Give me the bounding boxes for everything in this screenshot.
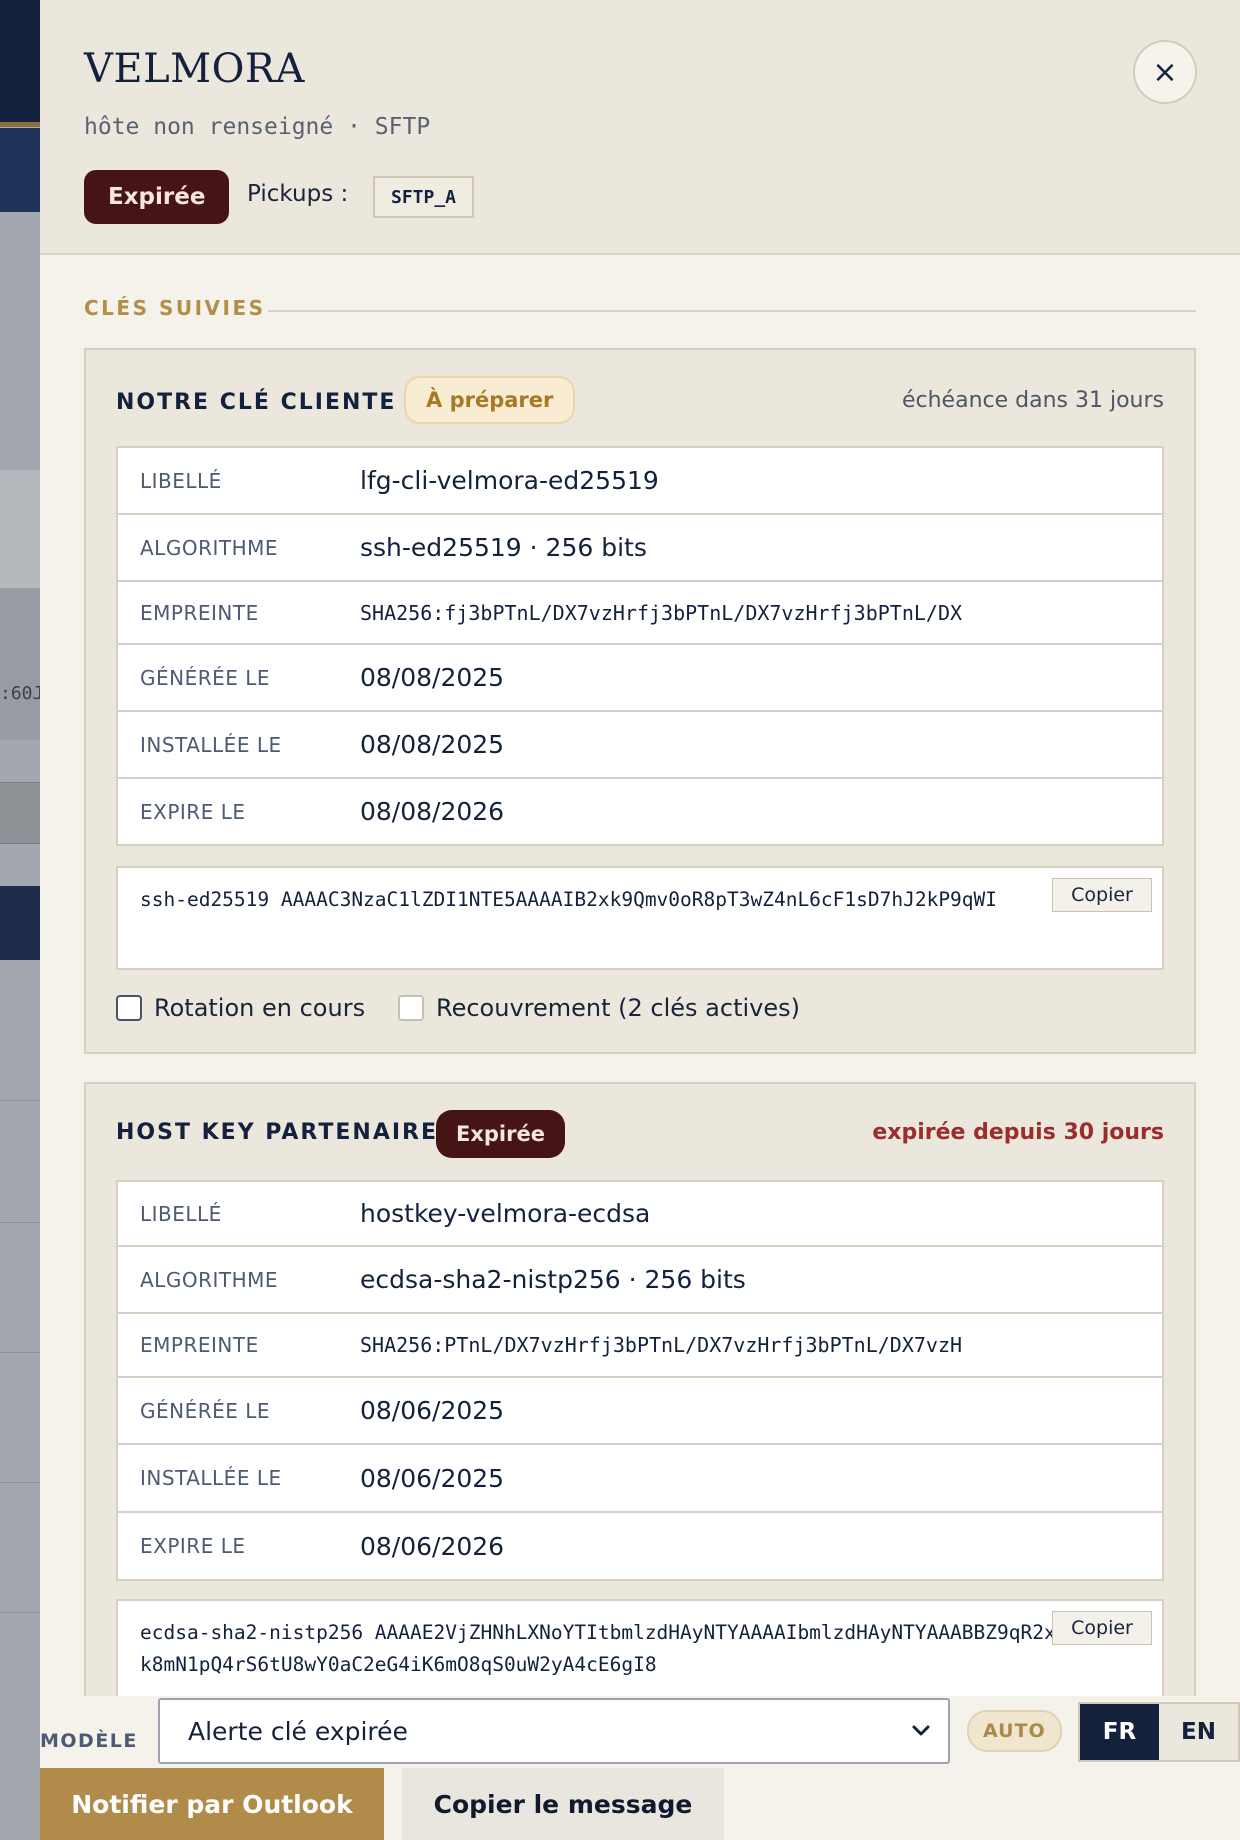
detail-label: INSTALLÉE LE	[140, 1466, 282, 1490]
copy-client-key-button[interactable]: Copier	[1052, 878, 1152, 912]
client-key-deadline: échéance dans 31 jours	[901, 388, 1164, 413]
detail-label: INSTALLÉE LE	[140, 732, 282, 757]
client-key-card: NOTRE CLÉ CLIENTE À préparer échéance da…	[84, 348, 1196, 1054]
detail-row: ALGORITHME ecdsa-sha2-nistp256 · 256 bit…	[118, 1247, 1162, 1314]
background-row	[0, 782, 40, 844]
copy-host-key-button[interactable]: Copier	[1052, 1611, 1152, 1645]
drawer-header: VELMORA hôte non renseigné · SFTP × Expi…	[40, 0, 1240, 255]
detail-row: EMPREINTE SHA256:fj3bPTnL/DX7vzHrfj3bPTn…	[118, 582, 1162, 645]
detail-row: INSTALLÉE LE 08/08/2025	[118, 712, 1162, 779]
drawer-footer: MODÈLE Alerte clé expirée AUTO FR EN Not…	[40, 1696, 1240, 1840]
background-header	[0, 0, 40, 122]
detail-value: 08/08/2026	[360, 797, 505, 826]
detail-label: ALGORITHME	[140, 1267, 279, 1292]
detail-value: 08/06/2026	[360, 1531, 505, 1561]
overlap-checkbox[interactable]	[398, 995, 424, 1021]
detail-drawer: VELMORA hôte non renseigné · SFTP × Expi…	[40, 0, 1240, 1840]
detail-value: 08/06/2025	[360, 1396, 505, 1425]
rotation-checkbox[interactable]	[116, 995, 142, 1021]
section-divider	[268, 310, 1196, 312]
detail-row: GÉNÉRÉE LE 08/06/2025	[118, 1378, 1162, 1445]
section-title: CLÉS SUIVIES	[84, 296, 266, 320]
detail-label: EXPIRE LE	[140, 1534, 246, 1558]
fingerprint-value: SHA256:fj3bPTnL/DX7vzHrfj3bPTnL/DX7vzHrf…	[360, 600, 963, 625]
client-key-details: LIBELLÉ lfg-cli-velmora-ed25519 ALGORITH…	[116, 446, 1164, 846]
detail-value: 08/08/2025	[360, 730, 505, 759]
detail-label: GÉNÉRÉE LE	[140, 665, 271, 690]
detail-value: 08/06/2025	[360, 1463, 505, 1493]
detail-value: hostkey-velmora-ecdsa	[360, 1199, 651, 1228]
partner-subtitle: hôte non renseigné · SFTP	[84, 114, 431, 140]
background-app: :60J	[0, 0, 40, 1840]
detail-label: EMPREINTE	[140, 1333, 259, 1357]
template-label: MODÈLE	[40, 1730, 138, 1752]
lang-fr-button[interactable]: FR	[1080, 1704, 1159, 1760]
background-row-selected	[0, 588, 40, 740]
fingerprint-value: SHA256:PTnL/DX7vzHrfj3bPTnL/DX7vzHrfj3bP…	[360, 1333, 963, 1357]
notify-outlook-button[interactable]: Notifier par Outlook	[40, 1768, 384, 1840]
rotation-checkbox-row[interactable]: Rotation en cours	[116, 994, 365, 1022]
host-key-card: HOST KEY PARTENAIRE Expirée expirée depu…	[84, 1082, 1196, 1782]
detail-row: EXPIRE LE 08/06/2026	[118, 1513, 1162, 1579]
host-key-deadline: expirée depuis 30 jours	[872, 1120, 1164, 1145]
detail-row: EXPIRE LE 08/08/2026	[118, 779, 1162, 844]
detail-value: ssh-ed25519 · 256 bits	[360, 533, 647, 562]
pickup-tag: SFTP_A	[373, 176, 475, 218]
host-public-key-box: ecdsa-sha2-nistp256 AAAAE2VjZHNhLXNoYTIt…	[116, 1599, 1164, 1703]
client-key-status-badge: À préparer	[404, 376, 576, 424]
host-key-details: LIBELLÉ hostkey-velmora-ecdsa ALGORITHME…	[116, 1180, 1164, 1581]
detail-value: 08/08/2025	[360, 663, 505, 692]
detail-row: ALGORITHME ssh-ed25519 · 256 bits	[118, 515, 1162, 582]
detail-value: ecdsa-sha2-nistp256 · 256 bits	[360, 1265, 746, 1294]
detail-row: EMPREINTE SHA256:PTnL/DX7vzHrfj3bPTnL/DX…	[118, 1314, 1162, 1378]
overlap-checkbox-row[interactable]: Recouvrement (2 clés actives)	[398, 994, 800, 1022]
detail-label: EXPIRE LE	[140, 799, 246, 824]
partner-title: VELMORA	[84, 46, 305, 92]
chevron-down-icon	[912, 1725, 930, 1736]
pickups-label: Pickups :	[247, 181, 349, 207]
detail-value: lfg-cli-velmora-ed25519	[360, 466, 659, 495]
detail-label: LIBELLÉ	[140, 1201, 222, 1226]
background-table-header	[0, 886, 40, 960]
host-key-title: HOST KEY PARTENAIRE	[116, 1120, 439, 1145]
detail-row: LIBELLÉ lfg-cli-velmora-ed25519	[118, 448, 1162, 515]
lang-en-button[interactable]: EN	[1159, 1704, 1238, 1760]
detail-row: INSTALLÉE LE 08/06/2025	[118, 1445, 1162, 1513]
client-public-key[interactable]: ssh-ed25519 AAAAC3NzaC1lZDI1NTE5AAAAIB2x…	[140, 884, 1060, 916]
rotation-checkbox-label: Rotation en cours	[154, 994, 366, 1022]
close-button[interactable]: ×	[1133, 40, 1197, 104]
language-toggle: FR EN	[1078, 1702, 1240, 1762]
background-nav	[0, 128, 40, 212]
detail-label: GÉNÉRÉE LE	[140, 1398, 271, 1423]
background-cell-text: :60J	[0, 683, 40, 704]
detail-label: EMPREINTE	[140, 600, 259, 625]
template-select[interactable]: Alerte clé expirée	[158, 1698, 950, 1764]
close-icon: ×	[1152, 54, 1178, 90]
copy-message-button[interactable]: Copier le message	[402, 1768, 724, 1840]
detail-label: LIBELLÉ	[140, 468, 222, 493]
host-public-key[interactable]: ecdsa-sha2-nistp256 AAAAE2VjZHNhLXNoYTIt…	[140, 1617, 1060, 1681]
client-public-key-box: ssh-ed25519 AAAAC3NzaC1lZDI1NTE5AAAAIB2x…	[116, 866, 1164, 970]
host-key-status-badge: Expirée	[436, 1110, 565, 1158]
status-badge: Expirée	[84, 170, 230, 224]
client-key-title: NOTRE CLÉ CLIENTE	[116, 390, 397, 415]
background-row	[0, 470, 40, 588]
detail-row: LIBELLÉ hostkey-velmora-ecdsa	[118, 1182, 1162, 1247]
detail-row: GÉNÉRÉE LE 08/08/2025	[118, 645, 1162, 712]
template-select-value: Alerte clé expirée	[188, 1717, 408, 1746]
detail-label: ALGORITHME	[140, 535, 279, 560]
auto-badge: AUTO	[967, 1710, 1062, 1752]
overlap-checkbox-label: Recouvrement (2 clés actives)	[436, 994, 800, 1022]
